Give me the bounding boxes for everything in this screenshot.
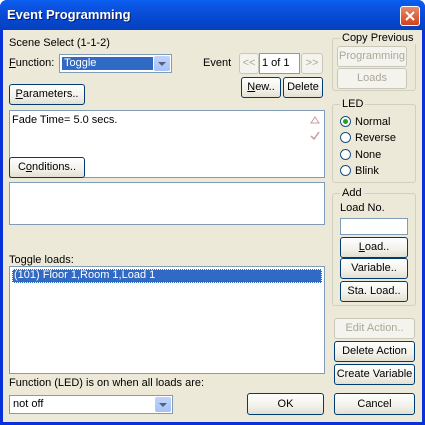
led-radio-blink[interactable]: [340, 165, 351, 176]
function-led-select[interactable]: not off: [9, 395, 173, 414]
load-no-input[interactable]: [340, 218, 408, 235]
create-variable-button[interactable]: Create Variable: [334, 364, 415, 385]
delete-action-button[interactable]: Delete Action: [334, 341, 415, 362]
fade-time-text: Fade Time= 5.0 secs.: [12, 114, 118, 126]
next-event-button[interactable]: >>: [301, 53, 323, 74]
copy-loads-button[interactable]: Loads: [337, 68, 407, 89]
function-select[interactable]: Toggle: [59, 54, 172, 73]
led-radio-normal[interactable]: [340, 116, 351, 127]
cancel-button[interactable]: Cancel: [334, 393, 415, 415]
led-radio-reverse[interactable]: [340, 132, 351, 143]
chevron-down-icon[interactable]: [154, 56, 170, 71]
toggle-loads-list[interactable]: (101) Floor 1,Room 1,Load 1: [9, 266, 325, 374]
led-legend: LED: [340, 98, 366, 110]
conditions-list[interactable]: [9, 182, 325, 225]
edit-parameter-icon[interactable]: [309, 114, 321, 126]
new-event-button[interactable]: New..: [241, 77, 281, 98]
event-counter: 1 of 1: [259, 53, 300, 74]
ok-button[interactable]: OK: [247, 393, 324, 415]
window-title: Event Programming: [7, 7, 131, 22]
add-variable-button[interactable]: Variable..: [340, 258, 408, 279]
close-icon: [405, 11, 415, 21]
add-load-button[interactable]: Load..: [340, 237, 408, 258]
led-option-reverse: Reverse: [355, 132, 396, 144]
add-legend: Add: [340, 187, 364, 199]
add-station-load-button[interactable]: Sta. Load..: [340, 281, 408, 302]
scene-select-label: Scene Select (1-1-2): [9, 37, 110, 49]
parameters-button[interactable]: Parameters..: [9, 84, 85, 105]
function-value: Toggle: [64, 57, 97, 69]
load-no-label: Load No.: [340, 202, 385, 214]
dialog-client-area: Scene Select (1-1-2) Function: Toggle Ev…: [3, 30, 422, 422]
close-button[interactable]: [400, 6, 420, 26]
copy-programming-button[interactable]: Programming: [337, 46, 407, 67]
event-programming-window: Event Programming Scene Select (1-1-2) F…: [0, 0, 425, 425]
event-label: Event: [203, 57, 232, 69]
led-option-normal: Normal: [355, 116, 391, 128]
toggle-loads-label: Toggle loads:: [9, 254, 74, 266]
list-item[interactable]: (101) Floor 1,Room 1,Load 1: [14, 269, 155, 281]
copy-previous-legend: Copy Previous: [340, 32, 416, 44]
title-bar[interactable]: Event Programming: [0, 0, 425, 30]
delete-event-button[interactable]: Delete: [283, 77, 323, 98]
prev-event-button[interactable]: <<: [239, 53, 259, 74]
function-label: Function:: [9, 57, 55, 69]
function-led-value: not off: [13, 398, 44, 410]
check-parameter-icon[interactable]: [309, 130, 321, 142]
led-radio-none[interactable]: [340, 149, 351, 160]
chevron-down-icon[interactable]: [155, 397, 171, 412]
conditions-button[interactable]: Conditions..: [9, 157, 85, 178]
led-option-none: None: [355, 149, 382, 161]
led-option-blink: Blink: [355, 165, 379, 177]
edit-action-button[interactable]: Edit Action..: [334, 318, 415, 339]
function-led-label: Function (LED) is on when all loads are:: [9, 377, 205, 389]
